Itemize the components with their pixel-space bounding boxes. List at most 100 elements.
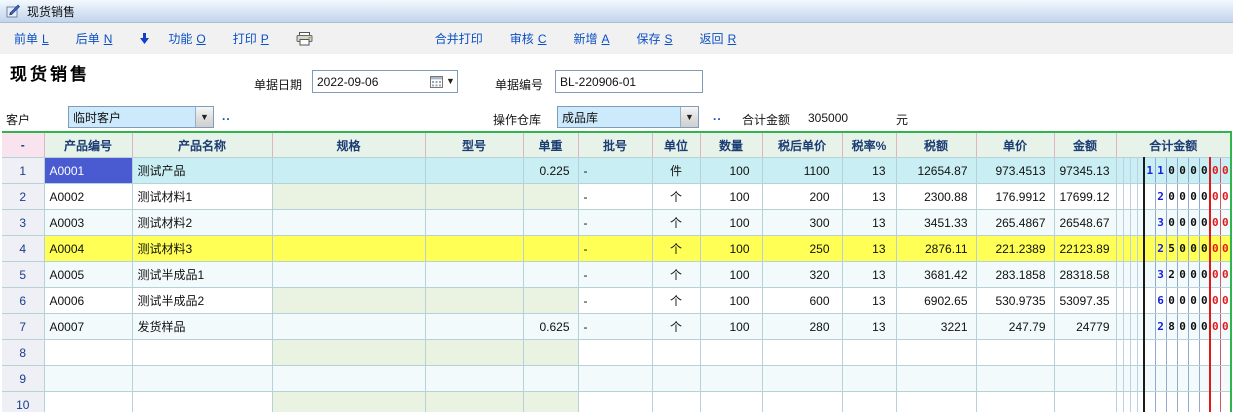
cell-model[interactable] — [425, 210, 523, 236]
cell-price-with-tax[interactable]: 250 — [762, 236, 842, 262]
cell-unit-price[interactable]: 221.2389 — [976, 236, 1054, 262]
cell-batch[interactable] — [578, 366, 652, 392]
cell-qty[interactable]: 100 — [700, 158, 762, 184]
cell-batch[interactable]: - — [578, 158, 652, 184]
cell-unit-weight[interactable]: 0.225 — [523, 158, 578, 184]
cell-qty[interactable] — [700, 340, 762, 366]
cell-tax[interactable] — [896, 340, 976, 366]
warehouse-dropdown-button[interactable]: ▼ — [680, 107, 698, 127]
cell-price-with-tax[interactable]: 320 — [762, 262, 842, 288]
cell-unit-weight[interactable] — [523, 288, 578, 314]
cell-model[interactable] — [425, 262, 523, 288]
cell-unit-price[interactable]: 265.4867 — [976, 210, 1054, 236]
cell-unit-weight[interactable] — [523, 210, 578, 236]
cell-amount[interactable] — [1054, 392, 1116, 412]
printer-icon[interactable] — [296, 32, 313, 46]
cell-product-name[interactable]: 测试半成品2 — [132, 288, 272, 314]
down-arrow-icon[interactable] — [139, 33, 150, 45]
cell-spec[interactable] — [272, 210, 425, 236]
cell-product-code[interactable]: A0001 — [44, 158, 132, 184]
cell-unit[interactable]: 个 — [652, 184, 700, 210]
cell-unit-price[interactable]: 530.9735 — [976, 288, 1054, 314]
cell-unit[interactable] — [652, 340, 700, 366]
customer-dropdown-button[interactable]: ▼ — [195, 107, 213, 127]
cell-unit[interactable] — [652, 366, 700, 392]
cell-batch[interactable]: - — [578, 288, 652, 314]
cell-unit-weight[interactable]: 0.625 — [523, 314, 578, 340]
cell-model[interactable] — [425, 184, 523, 210]
cell-amount[interactable] — [1054, 366, 1116, 392]
customer-combobox[interactable]: 临时客户 ▼ — [68, 106, 214, 128]
cell-batch[interactable] — [578, 340, 652, 366]
cell-amount[interactable] — [1054, 340, 1116, 366]
cell-unit-price[interactable]: 973.4513 — [976, 158, 1054, 184]
cell-qty[interactable]: 100 — [700, 288, 762, 314]
cell-price-with-tax[interactable] — [762, 366, 842, 392]
cell-batch[interactable] — [578, 392, 652, 412]
cell-spec[interactable] — [272, 184, 425, 210]
cell-unit-weight[interactable] — [523, 236, 578, 262]
cell-qty[interactable]: 100 — [700, 236, 762, 262]
toolbar-button-L[interactable]: 前单L — [14, 30, 49, 47]
cell-tax-rate[interactable]: 13 — [842, 158, 896, 184]
cell-product-code[interactable] — [44, 366, 132, 392]
cell-model[interactable] — [425, 236, 523, 262]
cell-tax-rate[interactable]: 13 — [842, 210, 896, 236]
cell-spec[interactable] — [272, 288, 425, 314]
cell-price-with-tax[interactable] — [762, 340, 842, 366]
cell-product-name[interactable] — [132, 340, 272, 366]
cell-product-code[interactable] — [44, 392, 132, 412]
cell-tax-rate[interactable] — [842, 366, 896, 392]
cell-unit-weight[interactable] — [523, 262, 578, 288]
cell-model[interactable] — [425, 392, 523, 412]
cell-product-code[interactable]: A0004 — [44, 236, 132, 262]
cell-product-name[interactable]: 测试产品 — [132, 158, 272, 184]
cell-product-name[interactable]: 发货样品 — [132, 314, 272, 340]
cell-spec[interactable] — [272, 314, 425, 340]
cell-unit-price[interactable]: 247.79 — [976, 314, 1054, 340]
cell-amount[interactable]: 97345.13 — [1054, 158, 1116, 184]
cell-amount[interactable]: 28318.58 — [1054, 262, 1116, 288]
cell-model[interactable] — [425, 314, 523, 340]
cell-unit-price[interactable] — [976, 392, 1054, 412]
cell-price-with-tax[interactable]: 200 — [762, 184, 842, 210]
cell-unit[interactable]: 个 — [652, 262, 700, 288]
cell-spec[interactable] — [272, 340, 425, 366]
cell-batch[interactable]: - — [578, 314, 652, 340]
cell-product-name[interactable]: 测试半成品1 — [132, 262, 272, 288]
cell-product-name[interactable]: 测试材料3 — [132, 236, 272, 262]
toolbar-button-S[interactable]: 保存S — [637, 30, 673, 47]
cell-tax[interactable]: 3221 — [896, 314, 976, 340]
cell-tax[interactable]: 3681.42 — [896, 262, 976, 288]
cell-model[interactable] — [425, 288, 523, 314]
cell-unit-weight[interactable] — [523, 366, 578, 392]
cell-tax-rate[interactable]: 13 — [842, 314, 896, 340]
cell-spec[interactable] — [272, 366, 425, 392]
cell-tax[interactable]: 6902.65 — [896, 288, 976, 314]
cell-price-with-tax[interactable]: 280 — [762, 314, 842, 340]
toolbar-button-C[interactable]: 审核C — [510, 30, 547, 47]
cell-unit[interactable]: 个 — [652, 236, 700, 262]
cell-batch[interactable]: - — [578, 184, 652, 210]
cell-qty[interactable]: 100 — [700, 262, 762, 288]
toolbar-button-P[interactable]: 打印P — [233, 30, 269, 47]
cell-product-name[interactable]: 测试材料2 — [132, 210, 272, 236]
cell-tax[interactable] — [896, 392, 976, 412]
cell-tax-rate[interactable] — [842, 340, 896, 366]
cell-tax-rate[interactable]: 13 — [842, 236, 896, 262]
cell-unit[interactable]: 个 — [652, 210, 700, 236]
cell-qty[interactable]: 100 — [700, 210, 762, 236]
cell-unit[interactable] — [652, 392, 700, 412]
cell-unit-price[interactable]: 283.1858 — [976, 262, 1054, 288]
cell-product-code[interactable]: A0006 — [44, 288, 132, 314]
cell-tax[interactable]: 2300.88 — [896, 184, 976, 210]
toolbar-button-A[interactable]: 新增A — [573, 30, 609, 47]
cell-product-code[interactable]: A0002 — [44, 184, 132, 210]
cell-spec[interactable] — [272, 158, 425, 184]
cell-model[interactable] — [425, 158, 523, 184]
warehouse-combobox[interactable]: 成品库 ▼ — [557, 106, 699, 128]
cell-unit-weight[interactable] — [523, 392, 578, 412]
warehouse-lookup-button[interactable]: .. — [713, 109, 722, 123]
cell-unit-weight[interactable] — [523, 340, 578, 366]
cell-tax[interactable]: 12654.87 — [896, 158, 976, 184]
